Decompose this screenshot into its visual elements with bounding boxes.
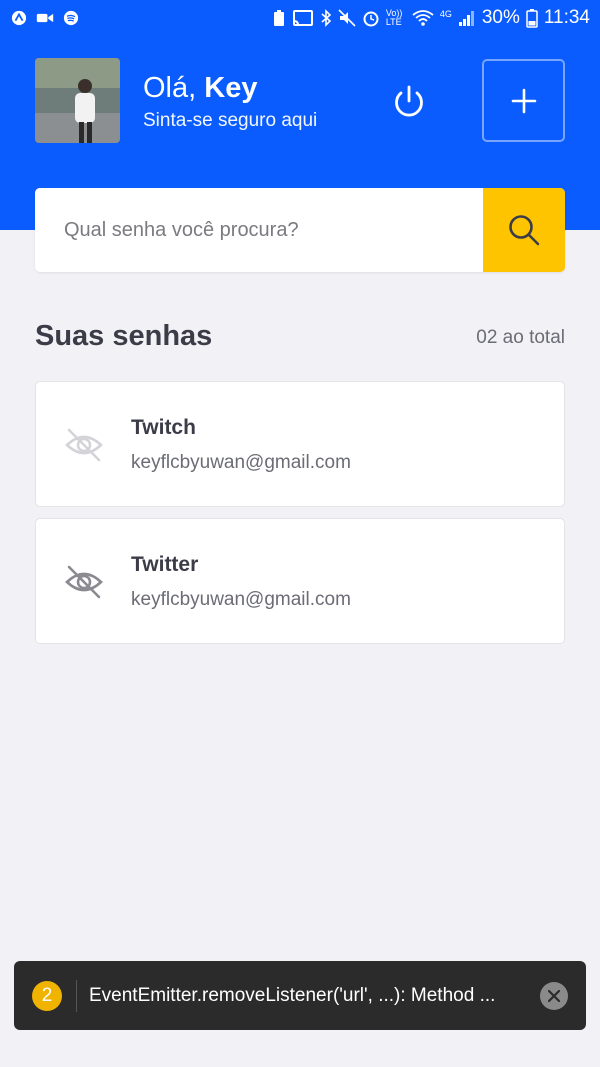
search-box: [35, 188, 565, 272]
greeting-prefix: Olá,: [143, 72, 205, 104]
battery-saver-icon: [273, 10, 284, 26]
logout-button[interactable]: [385, 78, 433, 126]
password-email: keyflcbyuwan@gmail.com: [131, 589, 351, 610]
password-name: Twitch: [131, 416, 196, 439]
warning-toast[interactable]: 2 EventEmitter.removeListener('url', ...…: [14, 961, 586, 1030]
password-email: keyflcbyuwan@gmail.com: [131, 452, 351, 473]
password-name: Twitter: [131, 553, 199, 576]
cast-icon: [292, 10, 313, 26]
close-icon: [547, 989, 561, 1002]
toast-divider: [76, 979, 77, 1012]
close-toast-button[interactable]: [540, 981, 568, 1010]
video-icon: [36, 13, 54, 23]
network-label: 4G: [439, 9, 452, 19]
greeting: Olá, Key: [143, 72, 257, 105]
wifi-icon: [412, 10, 434, 26]
plus-icon: [511, 88, 536, 113]
search-button[interactable]: [483, 188, 565, 272]
header-subtitle: Sinta-se seguro aqui: [143, 110, 318, 131]
eye-off-icon[interactable]: [64, 562, 104, 602]
battery-icon: [526, 9, 538, 28]
status-bar: Vo)) LTE 4G 30% 11:34: [0, 0, 600, 36]
battery-percent: 30%: [481, 7, 520, 28]
clock: 11:34: [543, 7, 590, 28]
status-system: Vo)) LTE 4G 30% 11:34: [272, 7, 590, 29]
power-icon: [395, 85, 423, 117]
toast-message: EventEmitter.removeListener('url', ...):…: [89, 984, 496, 1006]
warning-count-badge: 2: [32, 980, 62, 1011]
alarm-icon: [363, 11, 379, 27]
password-count: 02 ao total: [476, 327, 565, 348]
status-notifications: [10, 10, 80, 26]
app-notification-icon: [11, 10, 27, 26]
avatar: [35, 58, 120, 143]
avatar-photo: [35, 58, 120, 143]
search-input[interactable]: [35, 188, 483, 272]
add-password-button[interactable]: [482, 59, 565, 142]
spotify-icon: [63, 10, 79, 26]
search-icon: [509, 215, 540, 246]
volte-label: Vo)) LTE: [385, 8, 403, 27]
signal-icon: [458, 11, 474, 26]
section-title: Suas senhas: [35, 320, 213, 352]
password-card[interactable]: Twitter keyflcbyuwan@gmail.com: [35, 518, 565, 644]
password-card[interactable]: Twitch keyflcbyuwan@gmail.com: [35, 381, 565, 507]
bluetooth-icon: [321, 9, 331, 27]
eye-off-icon[interactable]: [64, 425, 104, 465]
user-name: Key: [204, 72, 258, 104]
mute-icon: [338, 9, 356, 27]
